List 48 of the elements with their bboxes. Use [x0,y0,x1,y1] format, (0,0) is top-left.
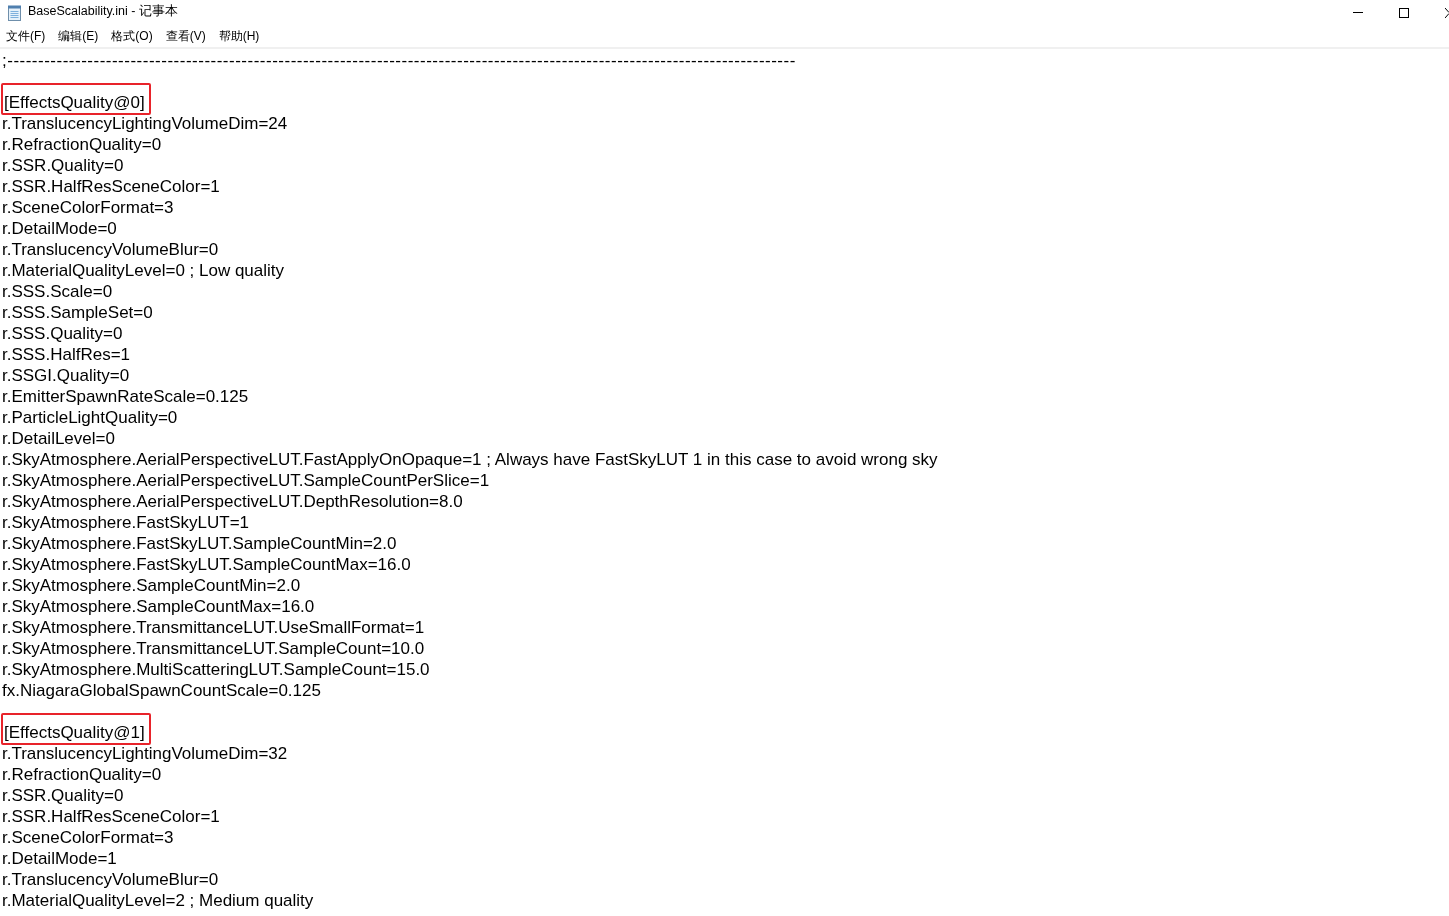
menu-item[interactable]: 格式(O) [105,27,160,46]
text-line: r.SkyAtmosphere.FastSkyLUT.SampleCountMin=2.0 [2,533,397,554]
text-line: r.DetailLevel=0 [2,428,115,449]
close-icon[interactable] [1445,7,1449,18]
comment-line: ;-------------------------------------------------------------------------------------------------------------------------------- [2,50,796,71]
text-line: r.SkyAtmosphere.AerialPerspectiveLUT.SampleCountPerSlice=1 [2,470,490,491]
text-line: r.SceneColorFormat=3 [2,827,174,848]
text-line: r.SkyAtmosphere.SampleCountMax=16.0 [2,596,315,617]
text-line: r.MaterialQualityLevel=0 ; Low quality [2,260,285,281]
text-line: r.SkyAtmosphere.MultiScatteringLUT.SampleCount=15.0 [2,659,430,680]
text-line: r.ParticleLightQuality=0 [2,407,178,428]
menu-item[interactable]: 查看(V) [159,27,213,46]
text-line: fx.NiagaraGlobalSpawnCountScale=0.125 [2,680,321,701]
text-line: r.SkyAtmosphere.AerialPerspectiveLUT.DepthResolution=8.0 [2,491,463,512]
text-line: r.DetailMode=1 [2,848,117,869]
text-line: r.SSR.Quality=0 [2,785,124,806]
text-line: r.SSS.Quality=0 [2,323,123,344]
section-header-highlighted: [EffectsQuality@1] [1,713,151,745]
text-line: r.SSS.HalfRes=1 [2,344,131,365]
text-line: r.TranslucencyLightingVolumeDim=32 [2,743,288,764]
text-line: r.TranslucencyVolumeBlur=0 [2,869,219,890]
text-line: r.SSR.Quality=0 [2,155,124,176]
text-line: r.SSR.HalfResSceneColor=1 [2,176,220,197]
notepad-icon [7,4,22,21]
text-line: r.SkyAtmosphere.TransmittanceLUT.UseSmallFormat=1 [2,617,425,638]
text-line: r.SkyAtmosphere.TransmittanceLUT.SampleCount=10.0 [2,638,425,659]
menu-item[interactable]: 编辑(E) [52,27,106,46]
text-line: r.DetailMode=0 [2,218,117,239]
text-line: r.SceneColorFormat=3 [2,197,174,218]
text-line: r.RefractionQuality=0 [2,134,162,155]
text-line: r.SSS.Scale=0 [2,281,113,302]
text-line: r.SSR.HalfResSceneColor=1 [2,806,220,827]
menu-item[interactable]: 帮助(H) [212,27,267,46]
text-line: r.SkyAtmosphere.FastSkyLUT=1 [2,512,250,533]
text-line: r.SkyAtmosphere.FastSkyLUT.SampleCountMax=16.0 [2,554,411,575]
text-line: r.SSS.SampleSet=0 [2,302,153,323]
text-line: r.SkyAtmosphere.SampleCountMin=2.0 [2,575,301,596]
text-line: r.TranslucencyVolumeBlur=0 [2,239,219,260]
text-line: r.TranslucencyLightingVolumeDim=24 [2,113,288,134]
section-header-highlighted: [EffectsQuality@0] [1,83,151,115]
text-line: r.EmitterSpawnRateScale=0.125 [2,386,249,407]
window-title: BaseScalability.ini - 记事本 [28,4,178,19]
text-line: r.SkyAtmosphere.AerialPerspectiveLUT.FastApplyOnOpaque=1 ; Always have FastSkyLUT 1 in this case to avoid wrong sky [2,449,938,470]
text-line: r.RefractionQuality=0 [2,764,162,785]
text-line: r.SSGI.Quality=0 [2,365,130,386]
maximize-icon[interactable] [1399,7,1409,18]
text-line: r.MaterialQualityLevel=2 ; Medium quality [2,890,314,911]
menu-item[interactable]: 文件(F) [0,27,53,46]
